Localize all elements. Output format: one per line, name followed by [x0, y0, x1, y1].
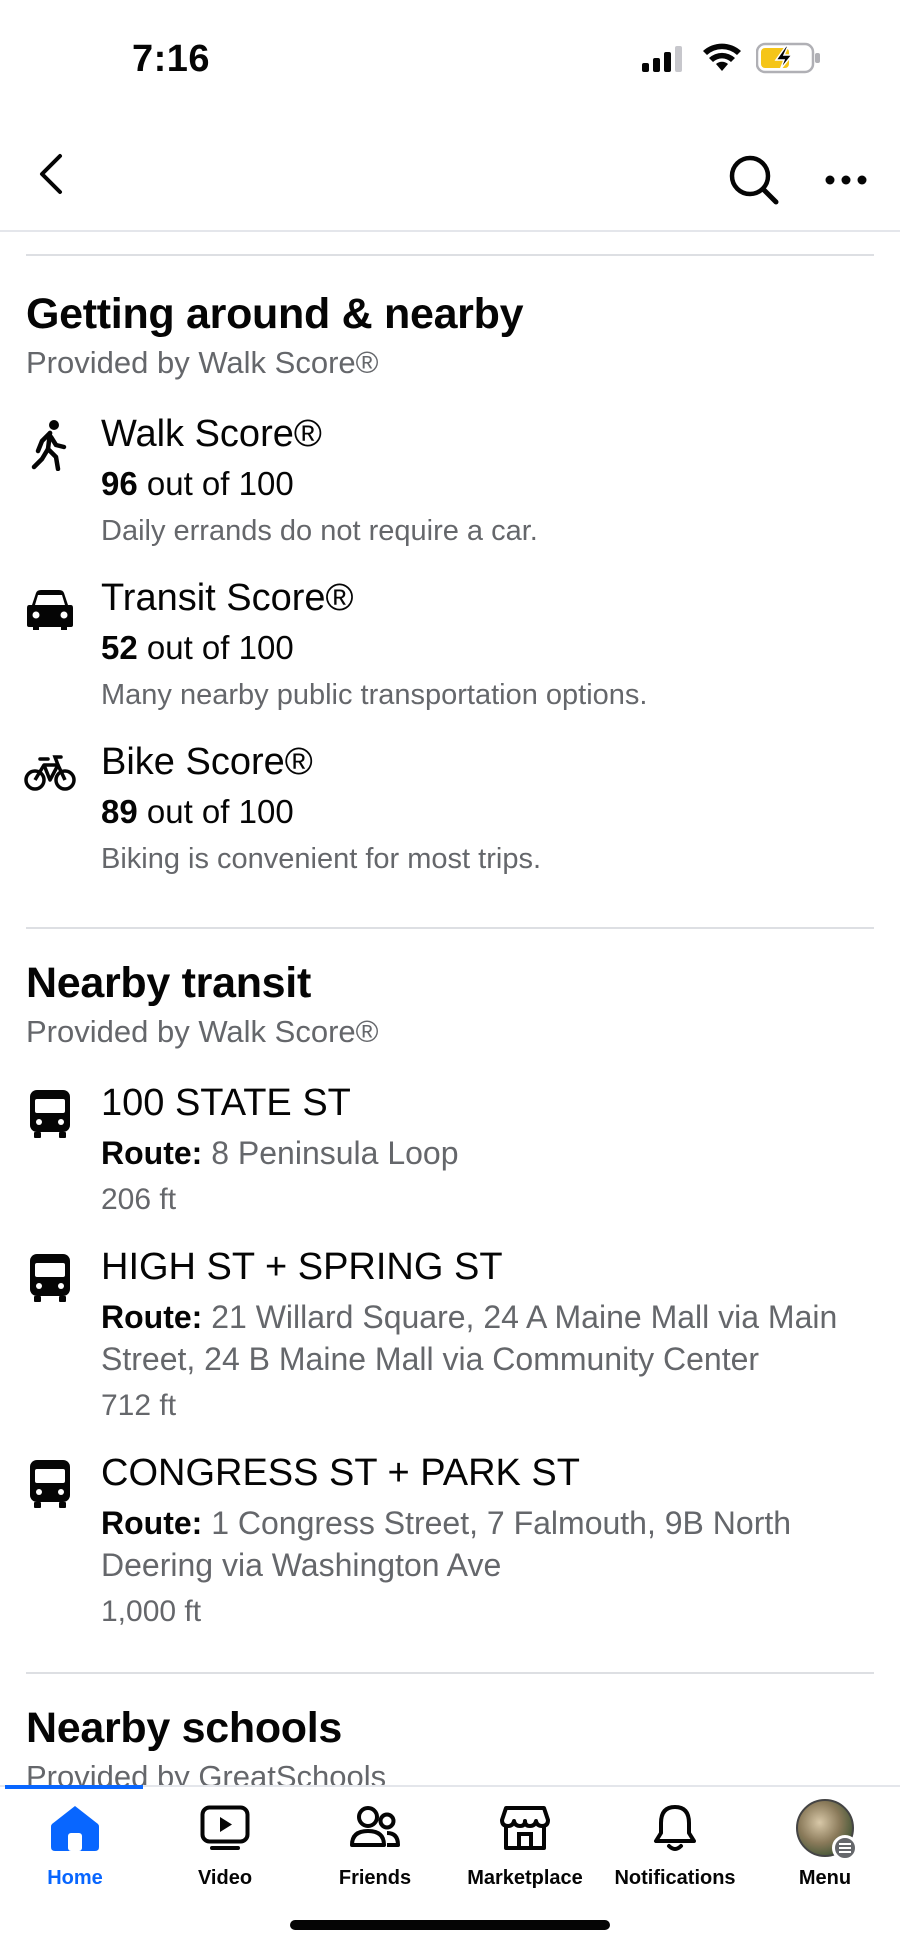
nearby-transit-section: Nearby transit Provided by Walk Score® 1…	[0, 929, 900, 1632]
tab-label: Friends	[338, 1867, 412, 1889]
stop-name: CONGRESS ST + PARK ST	[101, 1452, 580, 1494]
score-value: 52	[101, 629, 138, 666]
score-line: 89 out of 100	[101, 791, 880, 833]
status-bar: 7:16	[0, 0, 900, 110]
score-value: 89	[101, 793, 138, 830]
home-icon	[46, 1799, 104, 1857]
item-description: Biking is convenient for most trips.	[101, 843, 542, 875]
battery-charging-icon	[756, 42, 820, 74]
car-icon	[24, 583, 76, 635]
transit-stop-item[interactable]: HIGH ST + SPRING ST Route: 21 Willard Sq…	[0, 1244, 900, 1426]
score-suffix: out of 100	[137, 465, 294, 502]
walking-person-icon	[24, 419, 76, 471]
tab-label: Notifications	[614, 1867, 736, 1889]
cellular-signal-icon	[642, 46, 682, 72]
bell-icon	[646, 1799, 704, 1857]
transit-score-item: Transit Score® 52 out of 100 Many nearby…	[0, 575, 900, 715]
tab-menu[interactable]: Menu	[750, 1799, 900, 1909]
stop-distance: 1,000 ft	[101, 1595, 202, 1628]
search-icon[interactable]	[726, 152, 782, 208]
tab-label: Menu	[798, 1867, 852, 1889]
route-line: Route: 21 Willard Square, 24 A Maine Mal…	[101, 1296, 880, 1380]
bus-icon	[24, 1458, 76, 1510]
section-title: Nearby transit	[26, 959, 311, 1007]
more-options-icon[interactable]	[822, 160, 870, 200]
score-line: 96 out of 100	[101, 463, 880, 505]
bicycle-icon	[24, 747, 76, 799]
bus-icon	[24, 1088, 76, 1140]
tab-friends[interactable]: Friends	[300, 1799, 450, 1909]
tab-notifications[interactable]: Notifications	[600, 1799, 750, 1909]
score-line: 52 out of 100	[101, 627, 880, 669]
video-icon	[196, 1799, 254, 1857]
route-line: Route: 1 Congress Street, 7 Falmouth, 9B…	[101, 1502, 880, 1586]
tab-marketplace[interactable]: Marketplace	[450, 1799, 600, 1909]
item-title: Bike Score®	[101, 741, 313, 783]
active-tab-indicator	[5, 1785, 143, 1789]
getting-around-section: Getting around & nearby Provided by Walk…	[0, 256, 900, 879]
walk-score-item: Walk Score® 96 out of 100 Daily errands …	[0, 411, 900, 551]
section-title: Nearby schools	[26, 1704, 343, 1752]
route-list: 8 Peninsula Loop	[202, 1135, 459, 1171]
score-suffix: out of 100	[137, 793, 294, 830]
back-arrow-icon[interactable]	[30, 152, 74, 196]
item-title: Transit Score®	[101, 577, 354, 619]
item-title: Walk Score®	[101, 413, 322, 455]
route-line: Route: 8 Peninsula Loop	[101, 1132, 880, 1174]
section-title: Getting around & nearby	[26, 290, 524, 338]
item-description: Daily errands do not require a car.	[101, 515, 538, 547]
avatar	[796, 1799, 858, 1861]
status-icons	[642, 42, 822, 74]
home-indicator	[290, 1920, 610, 1930]
stop-distance: 712 ft	[101, 1389, 177, 1422]
route-list: 1 Congress Street, 7 Falmouth, 9B North …	[101, 1505, 792, 1583]
tab-label: Marketplace	[467, 1867, 583, 1889]
stop-name: HIGH ST + SPRING ST	[101, 1246, 503, 1288]
section-subtitle: Provided by Walk Score®	[26, 345, 379, 380]
marketplace-icon	[496, 1799, 554, 1857]
section-subtitle: Provided by GreatSchools	[26, 1759, 387, 1787]
top-nav-bar	[0, 130, 900, 232]
transit-stop-item[interactable]: CONGRESS ST + PARK ST Route: 1 Congress …	[0, 1450, 900, 1632]
route-label: Route:	[101, 1135, 203, 1171]
friends-icon	[346, 1799, 404, 1857]
item-description: Many nearby public transportation option…	[101, 679, 648, 711]
section-subtitle: Provided by Walk Score®	[26, 1014, 379, 1049]
tab-video[interactable]: Video	[150, 1799, 300, 1909]
route-label: Route:	[101, 1299, 203, 1335]
tab-home[interactable]: Home	[0, 1799, 150, 1909]
route-label: Route:	[101, 1505, 203, 1541]
score-value: 96	[101, 465, 138, 502]
bus-icon	[24, 1252, 76, 1304]
stop-name: 100 STATE ST	[101, 1082, 351, 1124]
transit-stop-item[interactable]: 100 STATE ST Route: 8 Peninsula Loop 206…	[0, 1080, 900, 1220]
wifi-icon	[703, 43, 741, 71]
score-suffix: out of 100	[137, 629, 294, 666]
nearby-schools-section: Nearby schools Provided by GreatSchools	[0, 1674, 900, 1787]
route-list: 21 Willard Square, 24 A Maine Mall via M…	[101, 1299, 838, 1377]
bike-score-item: Bike Score® 89 out of 100 Biking is conv…	[0, 739, 900, 879]
status-time: 7:16	[132, 38, 211, 80]
menu-badge-icon	[832, 1835, 858, 1861]
tab-label: Home	[47, 1867, 103, 1889]
content-scroll-area[interactable]: Getting around & nearby Provided by Walk…	[0, 232, 900, 1787]
tab-label: Video	[197, 1867, 253, 1889]
stop-distance: 206 ft	[101, 1183, 177, 1216]
